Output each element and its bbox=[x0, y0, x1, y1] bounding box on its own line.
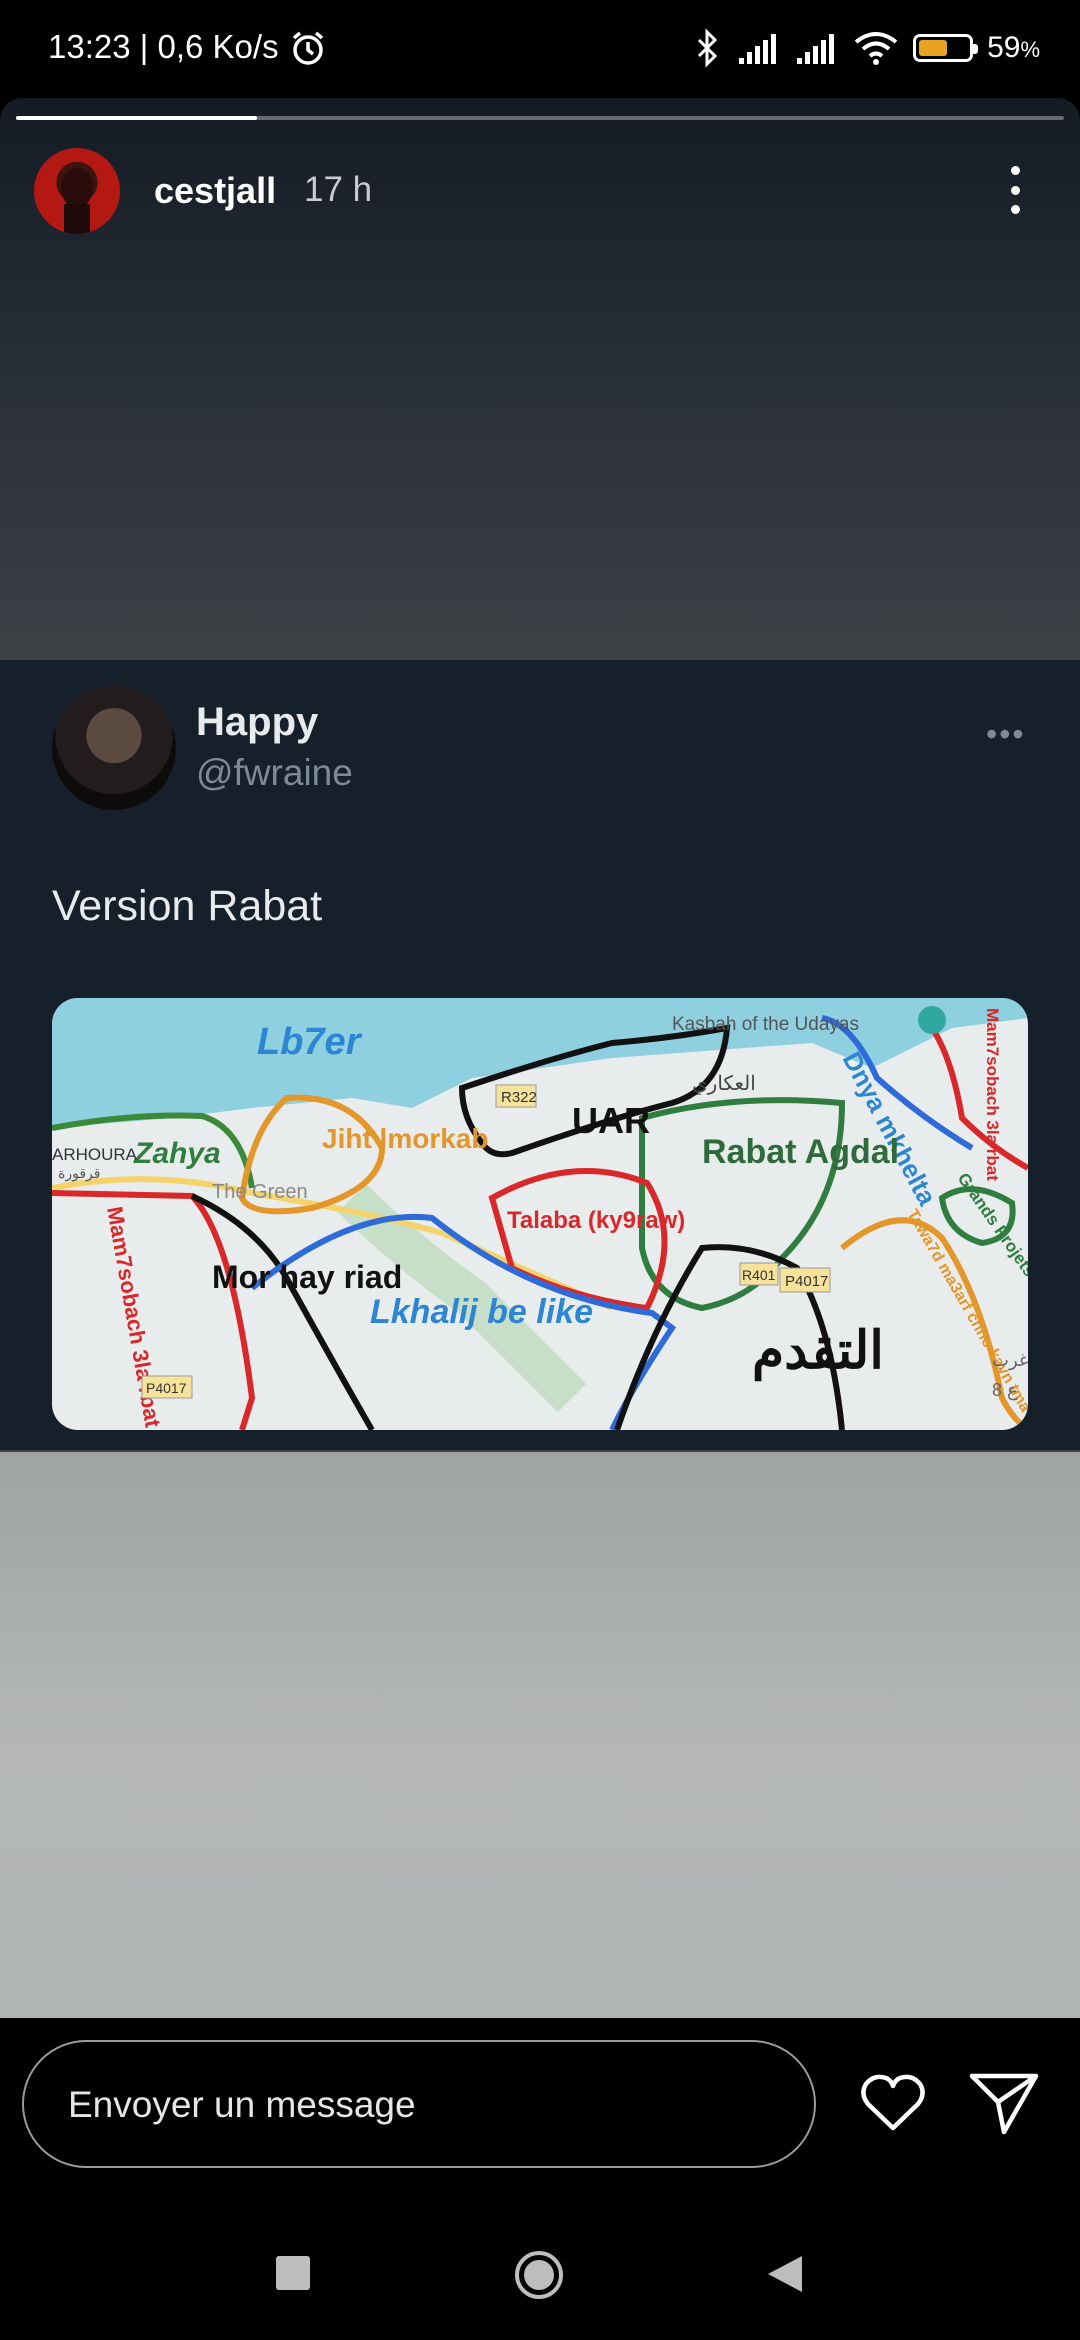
story-background-lower bbox=[0, 1452, 1080, 2018]
wifi-icon bbox=[854, 32, 898, 65]
tweet-author-handle: @fwraine bbox=[196, 752, 353, 793]
home-button[interactable] bbox=[514, 2250, 564, 2300]
map-label-mam7sobach-right: Mam7sobach 3la rbat bbox=[983, 1008, 1002, 1181]
map-label-rabat-agdal: Rabat Agdal bbox=[702, 1133, 899, 1171]
map-label-the-green: The Green bbox=[212, 1181, 308, 1203]
tweet-text: Version Rabat bbox=[52, 882, 323, 930]
map-label-talaba: Talaba (ky9raw) bbox=[507, 1207, 685, 1234]
story-progress-fill bbox=[16, 116, 258, 120]
map-label-arhoura: ARHOURA bbox=[52, 1145, 138, 1164]
map-label-mor-hay-riad: Mor hay riad bbox=[212, 1259, 402, 1295]
map-label-uar: UAR bbox=[572, 1100, 650, 1141]
alarm-icon bbox=[292, 31, 324, 65]
map-label-lkhalij: Lkhalij be like bbox=[370, 1293, 593, 1331]
map-label-zahya: Zahya bbox=[133, 1137, 221, 1170]
heart-icon[interactable] bbox=[858, 2068, 928, 2138]
tweet-more-icon: ••• bbox=[986, 716, 1026, 752]
send-icon[interactable] bbox=[968, 2068, 1040, 2138]
tweet-avatar bbox=[52, 686, 176, 810]
message-input[interactable]: Envoyer un message bbox=[22, 2040, 816, 2168]
map-label-ain8: ع 8 bbox=[992, 1380, 1018, 1401]
rabat-map: Lb7er Kasbah of the Udayas Mam7sobach 3l… bbox=[52, 998, 1028, 1430]
status-bar: 13:23 | 0,6 Ko/s 59% bbox=[0, 0, 1080, 96]
story-avatar[interactable] bbox=[34, 148, 120, 234]
tweet-map-image: Lb7er Kasbah of the Udayas Mam7sobach 3l… bbox=[52, 998, 1028, 1430]
status-icons: 59% bbox=[693, 26, 1040, 70]
status-time: 13:23 | 0,6 Ko/s bbox=[48, 28, 279, 65]
map-label-taqaddum: التقدم bbox=[752, 1322, 884, 1382]
story-progress-bar bbox=[16, 116, 1064, 120]
back-button[interactable] bbox=[764, 2252, 804, 2296]
map-label-kasbah: Kasbah of the Udayas bbox=[672, 1014, 859, 1035]
map-label-r401: R401 bbox=[742, 1267, 776, 1283]
signal-icon bbox=[797, 34, 835, 64]
map-label-kharb: غرب bbox=[992, 1350, 1028, 1371]
camera-pin-icon bbox=[918, 1006, 946, 1034]
story-username[interactable]: cestjall bbox=[154, 170, 276, 212]
bluetooth-icon bbox=[698, 28, 718, 68]
map-label-akkari: العكاري bbox=[692, 1073, 756, 1095]
recents-button[interactable] bbox=[276, 2256, 310, 2290]
tweet-author-name: Happy bbox=[196, 700, 319, 744]
map-label-r322: R322 bbox=[501, 1089, 537, 1106]
map-label-lb7er: Lb7er bbox=[257, 1021, 363, 1063]
more-options-icon[interactable] bbox=[1000, 160, 1030, 220]
battery-percent: 59% bbox=[987, 31, 1040, 64]
avatar-image bbox=[61, 168, 93, 234]
message-placeholder: Envoyer un message bbox=[68, 2084, 416, 2125]
tweet-card: Happy @fwraine ••• Version Rabat Lb7er K… bbox=[0, 660, 1080, 1450]
map-label-arhoura-ar: قرقورة bbox=[58, 1165, 100, 1182]
story-time-ago: 17 h bbox=[304, 170, 373, 209]
battery-icon bbox=[913, 34, 979, 62]
map-label-p4017-b: P4017 bbox=[146, 1380, 187, 1396]
signal-icon bbox=[739, 34, 777, 64]
map-label-p4017-a: P4017 bbox=[785, 1273, 828, 1290]
battery-level bbox=[919, 40, 948, 56]
map-label-jiht: Jiht lmorkab bbox=[322, 1123, 488, 1154]
